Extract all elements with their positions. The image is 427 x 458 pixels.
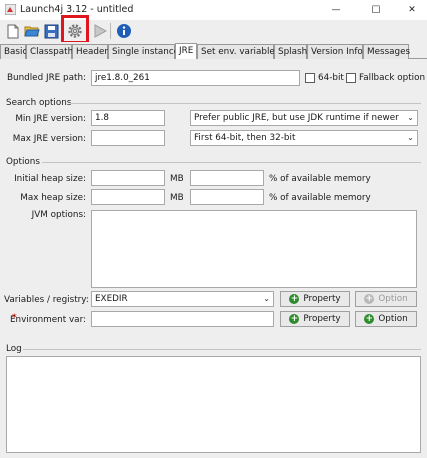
tab-bar: Basic Classpath Header Single instance J… bbox=[0, 42, 427, 60]
variables-registry-value: EXEDIR bbox=[95, 294, 128, 304]
log-textarea[interactable] bbox=[6, 356, 421, 453]
launch4j-app-icon bbox=[5, 4, 16, 15]
highlight-box bbox=[61, 15, 89, 44]
search-options-heading: Search options bbox=[6, 98, 72, 108]
bitness-preference-select[interactable]: First 64-bit, then 32-bit ⌄ bbox=[190, 130, 418, 146]
environment-var-input[interactable] bbox=[91, 311, 274, 327]
min-jre-input[interactable]: 1.8 bbox=[91, 110, 165, 126]
variables-registry-label: Variables / registry: bbox=[4, 295, 89, 305]
environment-var-label: Environment var: bbox=[10, 315, 86, 325]
variables-registry-select[interactable]: EXEDIR ⌄ bbox=[91, 291, 274, 307]
close-button[interactable]: ✕ bbox=[395, 0, 427, 20]
log-heading: Log bbox=[6, 344, 22, 354]
64bit-label: 64-bit bbox=[318, 73, 344, 83]
section-divider bbox=[42, 162, 421, 163]
env-property-button[interactable]: + Property bbox=[280, 311, 350, 327]
env-option-label: Option bbox=[378, 314, 408, 324]
max-heap-input[interactable] bbox=[91, 189, 165, 205]
chevron-down-icon: ⌄ bbox=[407, 113, 414, 122]
initial-heap-percent-label: % of available memory bbox=[269, 174, 371, 184]
max-heap-unit: MB bbox=[170, 193, 184, 203]
add-property-label: Property bbox=[303, 294, 341, 304]
toolbar-separator bbox=[110, 23, 111, 39]
save-icon[interactable] bbox=[41, 21, 61, 41]
add-icon: + bbox=[289, 294, 300, 304]
run-icon[interactable] bbox=[90, 21, 110, 41]
fallback-option-label: Fallback option bbox=[359, 73, 426, 83]
bitness-preference-value: First 64-bit, then 32-bit bbox=[194, 133, 296, 143]
info-icon[interactable] bbox=[114, 21, 134, 41]
add-icon: + bbox=[289, 314, 300, 324]
max-heap-percent-input[interactable] bbox=[190, 189, 264, 205]
tab-messages[interactable]: Messages bbox=[363, 44, 410, 59]
chevron-down-icon: ⌄ bbox=[407, 133, 414, 142]
max-heap-label: Max heap size: bbox=[20, 193, 86, 203]
add-option-button-disabled[interactable]: + Option bbox=[355, 291, 417, 307]
new-icon[interactable] bbox=[3, 21, 23, 41]
initial-heap-percent-input[interactable] bbox=[190, 170, 264, 186]
chevron-down-icon: ⌄ bbox=[263, 294, 270, 303]
open-icon[interactable] bbox=[22, 21, 42, 41]
add-icon: + bbox=[364, 314, 375, 324]
add-property-button[interactable]: + Property bbox=[280, 291, 350, 307]
jdk-preference-select[interactable]: Prefer public JRE, but use JDK runtime i… bbox=[190, 110, 418, 126]
bundled-jre-label: Bundled JRE path: bbox=[6, 73, 86, 83]
env-property-label: Property bbox=[303, 314, 341, 324]
add-option-label: Option bbox=[378, 294, 408, 304]
minimize-button[interactable]: — bbox=[319, 0, 353, 20]
tab-jre[interactable]: JRE bbox=[175, 43, 197, 60]
max-heap-percent-label: % of available memory bbox=[269, 193, 371, 203]
section-divider bbox=[70, 103, 421, 104]
tab-version-info[interactable]: Version Info bbox=[307, 44, 363, 59]
tab-splash[interactable]: Splash bbox=[274, 44, 307, 59]
tab-classpath[interactable]: Classpath bbox=[26, 44, 73, 59]
jvm-options-label: JVM options: bbox=[31, 210, 86, 220]
tab-set-env-variables[interactable]: Set env. variables bbox=[197, 44, 279, 59]
add-icon: + bbox=[364, 294, 375, 304]
jdk-preference-value: Prefer public JRE, but use JDK runtime i… bbox=[194, 113, 399, 123]
min-jre-label: Min JRE version: bbox=[15, 114, 86, 124]
fallback-option-checkbox[interactable] bbox=[346, 73, 356, 83]
initial-heap-unit: MB bbox=[170, 174, 184, 184]
options-heading: Options bbox=[6, 157, 40, 167]
maximize-button[interactable]: ☐ bbox=[359, 0, 393, 20]
initial-heap-input[interactable] bbox=[91, 170, 165, 186]
max-jre-input[interactable] bbox=[91, 130, 165, 146]
env-option-button[interactable]: + Option bbox=[355, 311, 417, 327]
window-title: Launch4j 3.12 - untitled bbox=[20, 4, 134, 15]
tab-header[interactable]: Header bbox=[72, 44, 108, 59]
tab-single-instance[interactable]: Single instance bbox=[108, 44, 179, 59]
jvm-options-textarea[interactable] bbox=[91, 210, 417, 288]
bundled-jre-input[interactable]: jre1.8.0_261 bbox=[91, 70, 300, 86]
tab-basic[interactable]: Basic bbox=[0, 44, 27, 59]
section-divider bbox=[23, 349, 421, 350]
initial-heap-label: Initial heap size: bbox=[14, 174, 86, 184]
max-jre-label: Max JRE version: bbox=[12, 134, 86, 144]
64bit-checkbox[interactable] bbox=[305, 73, 315, 83]
